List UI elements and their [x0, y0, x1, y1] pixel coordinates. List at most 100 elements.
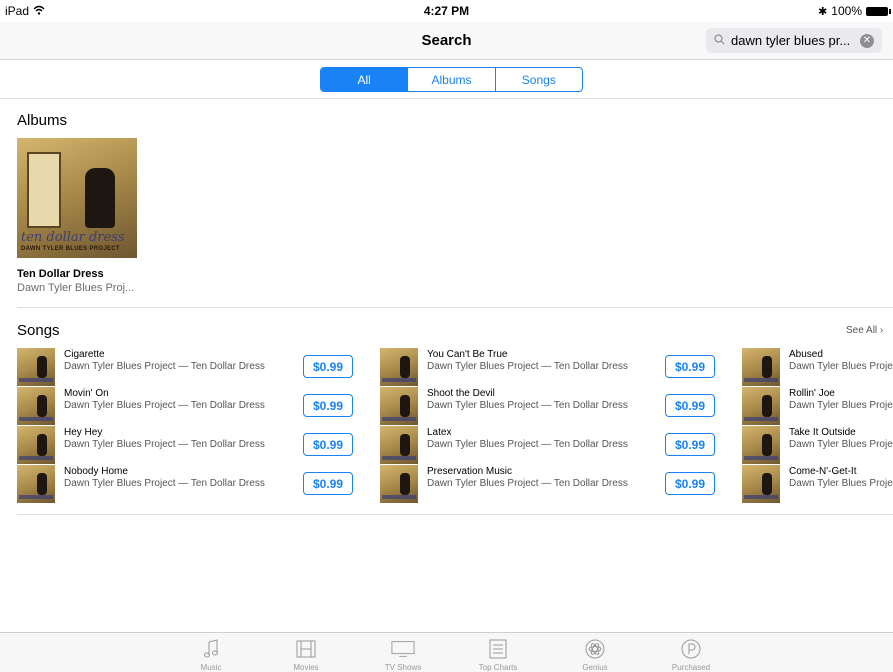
price-button[interactable]: $0.99 — [665, 394, 715, 417]
song-artwork — [380, 348, 418, 386]
song-row[interactable]: Nobody Home Dawn Tyler Blues Project — T… — [17, 465, 357, 503]
song-row[interactable]: Take It Outside Dawn Tyler Blues Proje — [742, 426, 893, 464]
search-input-text[interactable]: dawn tyler blues pr... — [731, 33, 860, 48]
list-icon — [486, 638, 510, 660]
song-artwork — [17, 348, 55, 386]
tab-music[interactable]: Music — [176, 633, 246, 672]
album-artwork[interactable]: ten dollar dress DAWN TYLER BLUES PROJEC… — [17, 138, 137, 258]
battery-icon — [866, 6, 891, 16]
song-row[interactable]: Abused Dawn Tyler Blues Proje — [742, 348, 893, 386]
song-title: Rollin' Joe — [789, 388, 835, 399]
song-title: Cigarette — [64, 349, 105, 360]
song-artwork — [742, 348, 780, 386]
song-subtitle: Dawn Tyler Blues Project — Ten Dollar Dr… — [64, 478, 265, 489]
album-title: Ten Dollar Dress — [17, 268, 104, 280]
nav-bar: Search dawn tyler blues pr... ✕ — [0, 22, 893, 60]
song-title: Nobody Home — [64, 466, 128, 477]
song-subtitle: Dawn Tyler Blues Proje — [789, 361, 893, 372]
song-subtitle: Dawn Tyler Blues Project — Ten Dollar Dr… — [427, 439, 628, 450]
tab-label: Movies — [293, 663, 319, 672]
search-icon — [714, 33, 725, 48]
song-title: Hey Hey — [64, 427, 103, 438]
song-subtitle: Dawn Tyler Blues Project — Ten Dollar Dr… — [64, 361, 265, 372]
segment-songs[interactable]: Songs — [494, 68, 582, 91]
album-art-band: DAWN TYLER BLUES PROJECT — [21, 246, 120, 252]
song-subtitle: Dawn Tyler Blues Project — Ten Dollar Dr… — [64, 439, 265, 450]
song-artwork — [742, 465, 780, 503]
segment-albums[interactable]: Albums — [407, 68, 494, 91]
price-button[interactable]: $0.99 — [303, 394, 353, 417]
battery-percent: 100% — [831, 4, 862, 18]
song-title: You Can't Be True — [427, 349, 508, 360]
bluetooth-icon: ✱ — [818, 5, 828, 18]
tab-label: Genius — [582, 663, 608, 672]
song-title: Latex — [427, 427, 452, 438]
price-button[interactable]: $0.99 — [303, 355, 353, 378]
see-all-link[interactable]: See All › — [846, 325, 883, 336]
clear-search-icon[interactable]: ✕ — [860, 33, 874, 48]
price-button[interactable]: $0.99 — [665, 355, 715, 378]
song-row[interactable]: You Can't Be True Dawn Tyler Blues Proje… — [380, 348, 720, 386]
song-artwork — [380, 426, 418, 464]
price-button[interactable]: $0.99 — [303, 433, 353, 456]
songs-heading: Songs — [17, 322, 60, 339]
song-subtitle: Dawn Tyler Blues Project — Ten Dollar Dr… — [427, 361, 628, 372]
song-subtitle: Dawn Tyler Blues Project — Ten Dollar Dr… — [427, 400, 628, 411]
song-artwork — [742, 426, 780, 464]
song-row[interactable]: Preservation Music Dawn Tyler Blues Proj… — [380, 465, 720, 503]
song-title: Shoot the Devil — [427, 388, 495, 399]
atom-icon — [583, 638, 607, 660]
segment-all[interactable]: All — [321, 68, 408, 91]
song-row[interactable]: Latex Dawn Tyler Blues Project — Ten Dol… — [380, 426, 720, 464]
song-row[interactable]: Shoot the Devil Dawn Tyler Blues Project… — [380, 387, 720, 425]
section-divider — [17, 307, 893, 308]
song-row[interactable]: Hey Hey Dawn Tyler Blues Project — Ten D… — [17, 426, 357, 464]
song-title: Take It Outside — [789, 427, 856, 438]
song-artwork — [742, 387, 780, 425]
music-note-icon — [199, 638, 223, 660]
tab-label: Music — [200, 663, 222, 672]
purchased-icon — [679, 638, 703, 660]
song-subtitle: Dawn Tyler Blues Project — Ten Dollar Dr… — [64, 400, 265, 411]
see-all-label: See All — [846, 325, 878, 336]
song-artwork — [17, 465, 55, 503]
scope-segmented-control: All Albums Songs — [320, 67, 583, 92]
song-artwork — [380, 387, 418, 425]
search-field[interactable]: dawn tyler blues pr... ✕ — [706, 28, 882, 53]
song-artwork — [380, 465, 418, 503]
song-title: Movin' On — [64, 388, 109, 399]
song-title: Preservation Music — [427, 466, 513, 477]
album-artist: Dawn Tyler Blues Proj... — [17, 282, 135, 294]
album-card[interactable]: ten dollar dress DAWN TYLER BLUES PROJEC… — [17, 138, 137, 294]
price-button[interactable]: $0.99 — [665, 433, 715, 456]
tv-icon — [391, 638, 415, 660]
tab-tv-shows[interactable]: TV Shows — [368, 633, 438, 672]
song-row[interactable]: Come-N'-Get-It Dawn Tyler Blues Proje — [742, 465, 893, 503]
tab-bar: Music Movies TV Shows Top Charts Genius … — [0, 632, 893, 672]
song-row[interactable]: Rollin' Joe Dawn Tyler Blues Proje — [742, 387, 893, 425]
status-time: 4:27 PM — [423, 4, 470, 18]
song-subtitle: Dawn Tyler Blues Proje — [789, 400, 893, 411]
status-bar: iPad 4:27 PM ✱ 100% — [0, 0, 893, 22]
tab-purchased[interactable]: Purchased — [656, 633, 726, 672]
film-icon — [294, 638, 318, 660]
song-subtitle: Dawn Tyler Blues Project — Ten Dollar Dr… — [427, 478, 628, 489]
song-subtitle: Dawn Tyler Blues Proje — [789, 439, 893, 450]
tab-movies[interactable]: Movies — [271, 633, 341, 672]
segment-divider — [0, 98, 893, 99]
price-button[interactable]: $0.99 — [303, 472, 353, 495]
song-subtitle: Dawn Tyler Blues Proje — [789, 478, 893, 489]
tab-genius[interactable]: Genius — [560, 633, 630, 672]
tab-top-charts[interactable]: Top Charts — [463, 633, 533, 672]
tab-label: Purchased — [671, 663, 711, 672]
song-row[interactable]: Movin' On Dawn Tyler Blues Project — Ten… — [17, 387, 357, 425]
song-title: Abused — [789, 349, 823, 360]
album-art-script: ten dollar dress — [21, 230, 125, 245]
price-button[interactable]: $0.99 — [665, 472, 715, 495]
song-artwork — [17, 426, 55, 464]
song-row[interactable]: Cigarette Dawn Tyler Blues Project — Ten… — [17, 348, 357, 386]
tab-label: Top Charts — [478, 663, 518, 672]
song-title: Come-N'-Get-It — [789, 466, 857, 477]
albums-heading: Albums — [17, 112, 68, 129]
section-divider — [17, 514, 893, 515]
